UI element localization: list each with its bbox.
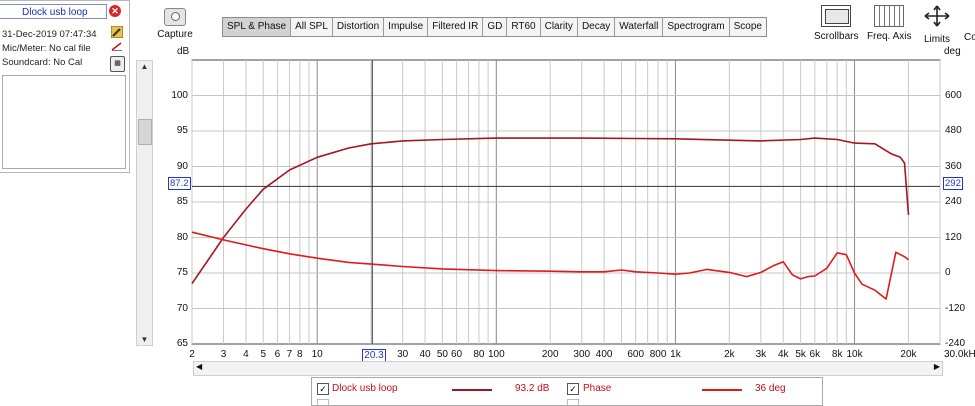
horizontal-scrollbar[interactable]: ◀ ▶: [193, 361, 943, 376]
y2-tick-label: 480: [945, 125, 962, 136]
series-1-name: Dlock usb loop: [332, 383, 398, 394]
x-tick-label: 1k: [670, 349, 681, 360]
y2-tick-label: 0: [945, 267, 951, 278]
legend-panel: ✓ Dlock usb loop 93.2 dB ✓ Phase 36 deg: [311, 377, 823, 406]
x-tick-label: 2: [189, 349, 195, 360]
series-1-checkbox[interactable]: ✓: [317, 383, 329, 395]
x-tick-label: 20k: [900, 349, 917, 360]
y2-tick-label: 240: [945, 196, 962, 207]
x-tick-label: 200: [541, 349, 559, 360]
y2-tick-label: -240: [945, 338, 966, 349]
y-tick-label: 65: [176, 338, 188, 349]
scroll-left-icon[interactable]: ◀: [196, 362, 202, 371]
y-tick-label: 90: [176, 160, 188, 172]
cursor-y2-readout: 292: [943, 177, 963, 190]
y2-tick-label: -120: [945, 302, 966, 314]
x-tick-label: 100: [487, 349, 505, 360]
row-3-checkbox[interactable]: [317, 399, 329, 406]
row-4-checkbox[interactable]: [567, 399, 579, 406]
y-tick-label: 100: [171, 89, 188, 101]
series-1-value: 93.2 dB: [515, 383, 550, 394]
y-tick-label: 80: [176, 231, 188, 243]
y-tick-label: 95: [176, 125, 188, 136]
y2-tick-label: 120: [945, 231, 962, 243]
series-1-swatch: [452, 389, 492, 391]
y-tick-label: 70: [176, 302, 188, 314]
x-axis-unit: 30.0kHz: [944, 349, 975, 360]
x-tick-label: 2k: [724, 349, 735, 360]
series-2-value: 36 deg: [755, 383, 786, 394]
x-tick-label: 400: [595, 349, 613, 360]
scroll-right-icon[interactable]: ▶: [934, 362, 940, 371]
y2-tick-label: 360: [945, 160, 962, 172]
cursor-y-readout: 87.2: [168, 177, 191, 190]
y-tick-label: 85: [176, 196, 188, 207]
y2-tick-label: 600: [945, 89, 962, 101]
series-2-name: Phase: [583, 383, 612, 394]
spl-phase-chart[interactable]: [0, 0, 975, 404]
y-tick-label: 75: [176, 267, 188, 278]
series-2-swatch: [702, 389, 742, 391]
series-2-checkbox[interactable]: ✓: [567, 383, 579, 395]
x-tick-label: 10: [311, 349, 323, 360]
x-tick-label: 10k: [846, 349, 863, 360]
